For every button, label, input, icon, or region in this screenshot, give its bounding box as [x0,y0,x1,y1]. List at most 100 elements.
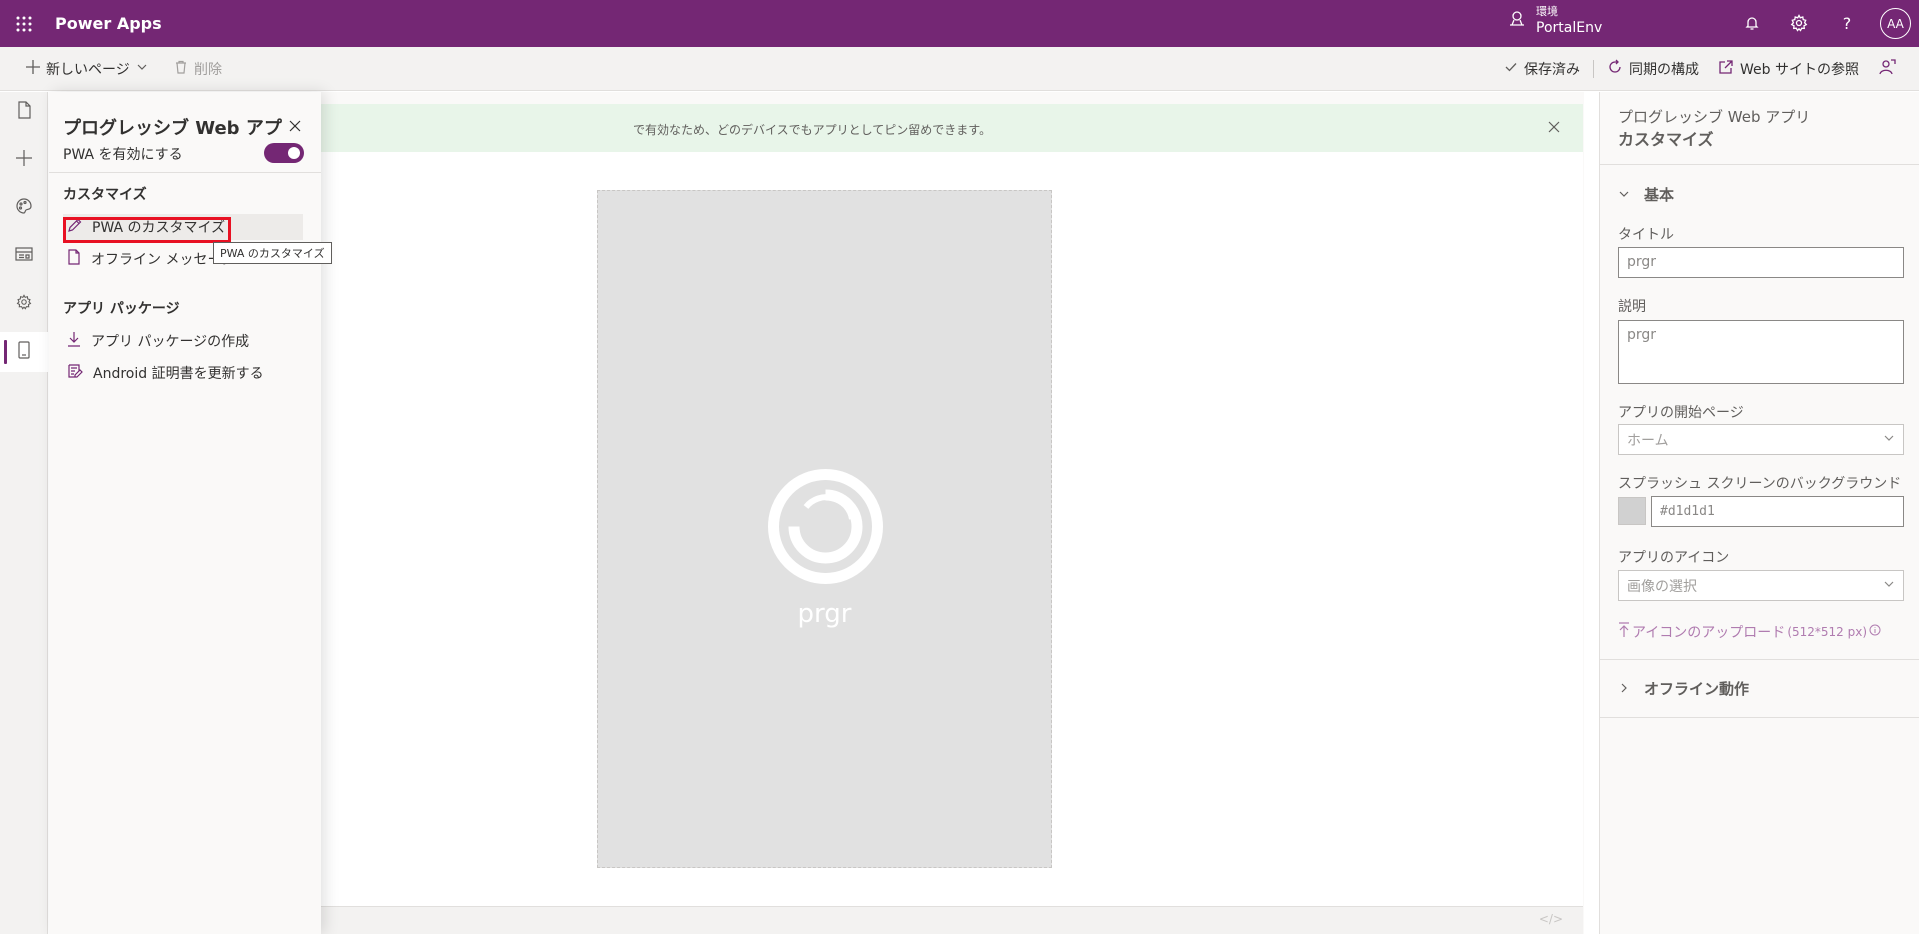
offline-behavior-label: オフライン動作 [1644,680,1750,698]
open-external-icon [1718,59,1734,79]
properties-divider [1600,164,1919,165]
upload-icon-link[interactable]: アイコンのアップロード (512*512 px) [1618,622,1881,642]
feedback-icon [1878,58,1896,80]
panel-divider [49,172,321,173]
info-message-bar: で有効なため、どのデバイスでもアプリとしてピン留めできます。 [321,104,1583,152]
create-app-package-item[interactable]: アプリ パッケージの作成 [63,328,303,354]
delete-button[interactable]: 削除 [174,47,222,91]
app-package-section-heading: アプリ パッケージ [63,301,180,317]
chevron-down-icon [1618,186,1630,204]
enable-pwa-toggle[interactable] [264,143,304,163]
chevron-right-icon [1618,680,1630,698]
saved-status: 保存済み [1504,47,1580,91]
properties-subtitle: プログレッシブ Web アプリ [1618,108,1811,126]
start-page-label: アプリの開始ページ [1618,405,1744,421]
info-message-text: で有効なため、どのデバイスでもアプリとしてピン留めできます。 [633,123,992,137]
chevron-down-icon [1883,578,1895,594]
sync-configuration-button[interactable]: 同期の構成 [1607,47,1699,91]
sync-icon [1607,59,1623,79]
info-icon [1869,624,1881,640]
basic-group-label: 基本 [1644,186,1675,204]
properties-divider [1600,659,1919,660]
app-launcher-icon[interactable] [0,0,47,47]
app-icon-dropdown[interactable]: 画像の選択 [1618,570,1904,601]
chevron-down-icon [1883,432,1895,448]
new-page-label: 新しいページ [46,62,130,78]
app-logo-icon [768,469,883,584]
trash-icon [174,60,188,78]
settings-gear-icon[interactable] [1788,12,1810,34]
gear-icon [16,294,32,314]
saved-label: 保存済み [1524,62,1580,78]
rail-templates[interactable] [0,236,48,276]
plus-icon [16,150,32,170]
app-title[interactable]: Power Apps [55,14,162,33]
environment-name: PortalEnv [1536,20,1603,36]
customize-section-heading: カスタマイズ [63,187,147,203]
update-android-certificate-item[interactable]: Android 証明書を更新する [63,360,303,386]
feedback-button[interactable] [1878,47,1896,91]
rail-themes[interactable] [0,188,48,228]
app-icon-select-value: 画像の選択 [1627,578,1697,595]
checkmark-icon [1504,60,1518,78]
splash-color-input[interactable]: #d1d1d1 [1651,496,1904,527]
mobile-device-icon [17,341,31,363]
sync-label: 同期の構成 [1629,62,1699,78]
close-message-icon[interactable] [1545,118,1563,136]
title-label: タイトル [1618,227,1674,243]
create-app-package-label: アプリ パッケージの作成 [91,334,250,350]
start-page-value: ホーム [1627,432,1669,449]
app-name-preview: prgr [797,599,852,629]
page-icon [16,101,32,123]
rail-pages[interactable] [0,92,48,132]
tooltip: PWA のカスタマイズ [213,242,332,264]
side-panel-title: プログレッシブ Web アプリ [63,118,293,139]
upload-arrow-icon [1618,622,1630,642]
code-view-icon[interactable]: </> [1539,912,1563,926]
notifications-bell-icon[interactable] [1741,12,1763,34]
enable-pwa-label: PWA を有効にする [63,147,183,163]
help-icon[interactable]: ? [1836,12,1858,34]
left-rail [0,92,48,934]
title-input[interactable]: prgr [1618,247,1904,278]
download-icon [67,331,81,351]
rail-progressive-web-app[interactable] [0,332,48,372]
environment-label: 環境 [1536,5,1558,18]
properties-panel: プログレッシブ Web アプリ カスタマイズ 基本 タイトル prgr 説明 p… [1599,92,1919,934]
app-icon-label: アプリのアイコン [1618,550,1730,566]
plus-icon [26,60,40,78]
description-textarea[interactable]: prgr [1618,320,1904,384]
top-bar: Power Apps 環境 PortalEnv ? AA [0,0,1919,47]
properties-title: カスタマイズ [1618,130,1714,149]
palette-icon [15,197,33,219]
command-separator [1593,60,1594,78]
upload-size-hint: (512*512 px) [1787,625,1868,639]
document-icon [67,249,81,269]
chevron-down-icon [136,61,148,77]
description-label: 説明 [1618,299,1646,315]
layout-icon [15,246,33,266]
canvas-footer: </> [321,906,1583,934]
splash-screen-preview: prgr [597,190,1052,868]
highlight-box [63,217,231,243]
environment-picker[interactable]: 環境 PortalEnv [1508,4,1602,36]
environment-icon [1508,9,1526,31]
delete-label: 削除 [194,62,222,78]
rail-add-components[interactable] [0,140,48,180]
close-panel-icon[interactable] [285,116,305,136]
certificate-icon [67,363,83,383]
basic-group-header[interactable]: 基本 [1618,184,1674,205]
upload-icon-label: アイコンのアップロード [1632,625,1786,641]
splash-background-label: スプラッシュ スクリーンのバックグラウンド [1618,476,1902,492]
rail-settings[interactable] [0,284,48,324]
user-avatar[interactable]: AA [1880,8,1911,39]
browse-website-button[interactable]: Web サイトの参照 [1718,47,1859,91]
command-bar: 新しいページ 削除 保存済み 同期の構成 Web サイトの参照 [0,47,1919,91]
update-android-certificate-label: Android 証明書を更新する [93,366,264,382]
browse-label: Web サイトの参照 [1740,62,1859,78]
offline-behavior-group-header[interactable]: オフライン動作 [1618,678,1749,699]
splash-color-swatch[interactable] [1618,497,1646,525]
properties-divider [1600,717,1919,718]
new-page-button[interactable]: 新しいページ [26,47,148,91]
start-page-dropdown[interactable]: ホーム [1618,424,1904,455]
